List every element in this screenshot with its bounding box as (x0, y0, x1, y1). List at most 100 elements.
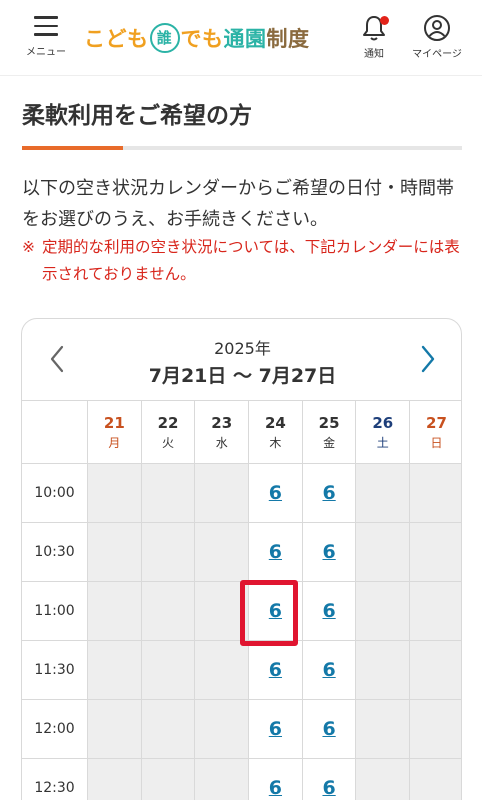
slot-cell-available: 6 (301, 582, 356, 640)
day-header: 24 木 (248, 401, 302, 463)
notification-button[interactable]: 通知 (356, 14, 392, 64)
logo-text-kodomo: こども (84, 27, 149, 51)
available-count-link[interactable]: 6 (322, 718, 335, 740)
note-mark: ※ (22, 238, 35, 256)
day-number: 26 (372, 413, 394, 432)
calendar-nav: 2025年 7月21日 〜 7月27日 (22, 319, 461, 401)
day-weekday: 木 (269, 435, 282, 450)
mypage-label: マイページ (412, 49, 462, 60)
slot-cell-available: 6 (248, 641, 302, 699)
slot-cell-unavailable (355, 641, 410, 699)
available-count-link[interactable]: 6 (269, 777, 282, 799)
slot-cell-unavailable (355, 464, 410, 522)
time-slot-row: 11:30 6 6 (22, 641, 461, 700)
menu-label: メニュー (26, 46, 66, 58)
slot-cell-unavailable (140, 641, 195, 699)
time-label: 10:30 (34, 544, 75, 560)
site-logo[interactable]: こども誰でも 通園 制度 (84, 18, 310, 58)
menu-button[interactable]: メニュー (22, 16, 70, 66)
slot-cell-unavailable (194, 582, 249, 640)
app-header: メニュー こども誰でも 通園 制度 通知 マイページ (0, 0, 482, 76)
day-weekday: 日 (430, 435, 443, 450)
time-label: 11:30 (34, 662, 75, 678)
day-weekday: 水 (215, 435, 228, 450)
time-slot-row: 10:30 6 6 (22, 523, 461, 582)
available-count-link[interactable]: 6 (269, 659, 282, 681)
next-week-button[interactable] (407, 339, 447, 379)
day-header: 27 日 (409, 401, 461, 463)
slot-cell-available: 6 (248, 582, 302, 640)
slot-cell-unavailable (409, 759, 461, 800)
slot-cell-unavailable (87, 582, 141, 640)
day-number: 24 (264, 413, 286, 432)
available-count-link[interactable]: 6 (322, 482, 335, 504)
available-count-link[interactable]: 6 (322, 600, 335, 622)
day-header: 23 水 (194, 401, 248, 463)
day-header: 21 月 (87, 401, 141, 463)
slot-cell-unavailable (409, 523, 461, 581)
slot-cell-available: 6 (301, 464, 356, 522)
time-label: 12:00 (34, 721, 75, 737)
available-count-link[interactable]: 6 (269, 482, 282, 504)
slot-cell-unavailable (194, 759, 249, 800)
availability-calendar: 2025年 7月21日 〜 7月27日 21 月 22 火 23 水 24 木 25 金 26 土 27… (21, 318, 462, 800)
progress-bar (22, 146, 462, 150)
day-number: 25 (318, 413, 340, 432)
logo-text-tsuen: 通園 (223, 27, 267, 51)
slot-cell-available: 6 (248, 700, 302, 758)
day-number: 21 (103, 413, 125, 432)
slot-cell-unavailable (355, 759, 410, 800)
calendar-corner (22, 401, 87, 463)
slot-cell-unavailable (87, 700, 141, 758)
user-icon (424, 15, 450, 41)
slot-cell-unavailable (140, 464, 195, 522)
day-weekday: 土 (376, 435, 389, 450)
slot-cell-available: 6 (301, 700, 356, 758)
slot-cell-unavailable (140, 759, 195, 800)
available-count-link[interactable]: 6 (322, 777, 335, 799)
slot-cell-unavailable (87, 759, 141, 800)
day-number: 27 (426, 413, 447, 432)
slot-cell-available: 6 (248, 464, 302, 522)
slot-cell-unavailable (355, 700, 410, 758)
notification-label: 通知 (364, 49, 384, 60)
slot-cell-unavailable (87, 641, 141, 699)
progress-fill (22, 146, 124, 150)
chevron-right-icon (421, 345, 435, 373)
day-weekday: 火 (162, 435, 175, 450)
slot-cell-unavailable (409, 641, 461, 699)
slot-cell-available: 6 (248, 759, 302, 800)
calendar-year: 2025年 (214, 339, 271, 358)
day-number: 22 (157, 413, 179, 432)
slot-cell-unavailable (194, 464, 249, 522)
available-count-link[interactable]: 6 (269, 718, 282, 740)
available-count-link[interactable]: 6 (269, 541, 282, 563)
available-count-link[interactable]: 6 (322, 659, 335, 681)
day-header: 26 土 (355, 401, 409, 463)
available-count-link[interactable]: 6 (269, 600, 282, 622)
slot-cell-unavailable (194, 700, 249, 758)
slot-cell-available: 6 (301, 759, 356, 800)
mypage-button[interactable]: マイページ (404, 14, 470, 64)
day-weekday: 金 (323, 435, 336, 450)
page-title: 柔軟利用をご希望の方 (22, 103, 252, 129)
notification-dot (380, 16, 389, 25)
slot-cell-unavailable (409, 582, 461, 640)
day-number: 23 (211, 413, 233, 432)
slot-cell-unavailable (140, 700, 195, 758)
logo-text-demo: でも (180, 27, 224, 51)
slot-cell-unavailable (409, 464, 461, 522)
available-count-link[interactable]: 6 (322, 541, 335, 563)
hamburger-icon (34, 16, 58, 36)
calendar-week-range: 7月21日 〜 7月27日 (148, 365, 337, 387)
time-slot-row: 12:00 6 6 (22, 700, 461, 759)
day-header: 25 金 (301, 401, 356, 463)
time-label: 12:30 (34, 780, 75, 796)
time-slot-row: 12:30 6 6 (22, 759, 461, 800)
time-slot-row: 10:00 6 6 (22, 464, 461, 523)
slot-cell-unavailable (194, 523, 249, 581)
logo-text-dare: 誰 (149, 23, 180, 53)
slot-cell-unavailable (194, 641, 249, 699)
slot-cell-available: 6 (301, 641, 356, 699)
calendar-grid: 21 月 22 火 23 水 24 木 25 金 26 土 27 日 10:00 6 6 10:30 6 6 11:00… (22, 400, 461, 800)
